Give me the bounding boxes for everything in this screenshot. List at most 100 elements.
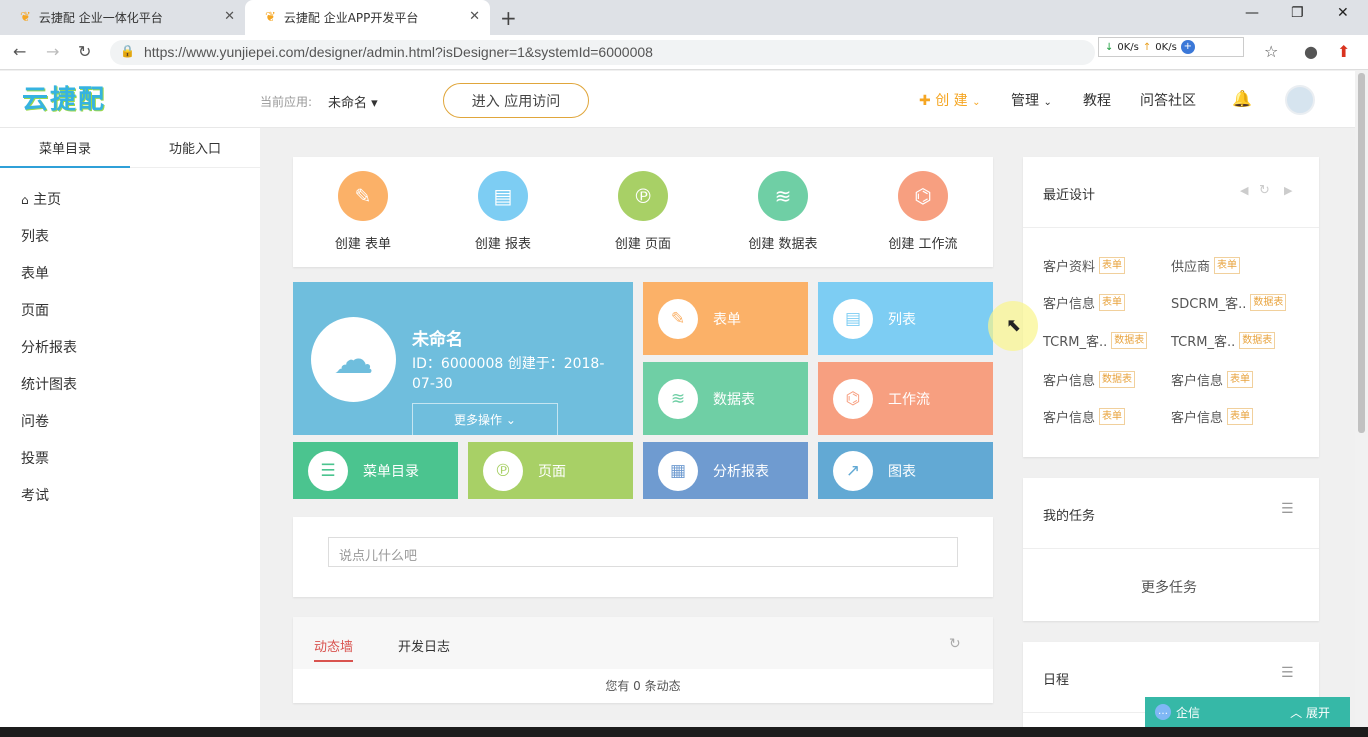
recent-item[interactable]: TCRM_客.. 数据表 (1043, 331, 1148, 350)
sidebar-item-exam[interactable]: 考试 (21, 485, 49, 505)
next-icon[interactable]: ▶ (1284, 184, 1292, 197)
recent-item[interactable]: TCRM_客.. 数据表 (1171, 331, 1276, 350)
profile-icon[interactable]: ● (1304, 42, 1318, 61)
menu-bars-icon: ☰ (308, 450, 348, 491)
tab-title: 云捷配 企业一体化平台 (38, 11, 163, 25)
tab-title: 云捷配 企业APP开发平台 (283, 11, 419, 25)
app-header: 云捷配 当前应用: 未命名 ▾ 进入 应用访问 ✚ 创 建 ⌄ 管理 ⌄ 教程 … (0, 71, 1355, 128)
bell-icon[interactable]: 🔔 (1232, 89, 1252, 108)
back-icon[interactable]: ← (13, 42, 26, 61)
create-form-button[interactable]: 创建 表单 (303, 233, 423, 252)
datatable-tile[interactable]: ≋ 数据表 (643, 362, 808, 435)
site-favicon-icon: ❦ (20, 10, 31, 25)
chevron-down-icon: ⌄ (1043, 97, 1052, 108)
list-tile[interactable]: ▤ 列表 (818, 282, 993, 355)
manage-menu[interactable]: 管理 ⌄ (1011, 90, 1052, 110)
page-tile[interactable]: ℗ 页面 (468, 442, 633, 499)
more-tasks-link[interactable]: 更多任务 (1141, 577, 1197, 597)
forward-icon[interactable]: → (46, 42, 59, 61)
create-page-button[interactable]: 创建 页面 (583, 233, 703, 252)
chart-tile[interactable]: ↗ 图表 (818, 442, 993, 499)
tutorial-link[interactable]: 教程 (1083, 90, 1111, 110)
recent-item[interactable]: 客户信息 表单 (1043, 407, 1126, 426)
create-workflow-button[interactable]: 创建 工作流 (863, 233, 983, 252)
tab-menu-directory[interactable]: 菜单目录 (0, 128, 130, 168)
sidebar-item-chart[interactable]: 统计图表 (21, 374, 77, 394)
recent-item[interactable]: 客户信息 表单 (1043, 293, 1126, 312)
project-name: 未命名 (412, 330, 463, 350)
lock-icon[interactable]: 🔒 (120, 44, 135, 58)
close-tab-icon[interactable]: ✕ (224, 9, 235, 24)
prev-icon[interactable]: ◀ (1240, 184, 1248, 197)
current-app-selector[interactable]: 未命名 ▾ (328, 92, 378, 111)
database-icon[interactable]: ≋ (758, 171, 808, 221)
sidebar-item-home[interactable]: ⌂ 主页 (21, 189, 61, 209)
browser-tab-1[interactable]: ❦ 云捷配 企业一体化平台 ✕ (0, 0, 245, 35)
chat-bar[interactable]: … 企信 ︿ 展开 (1145, 697, 1350, 727)
sidebar-item-form[interactable]: 表单 (21, 263, 49, 283)
chat-label: 企信 (1176, 705, 1201, 720)
database-icon: ≋ (658, 378, 698, 419)
chevron-down-icon: ⌄ (505, 412, 516, 427)
list-menu-icon[interactable]: ☰ (1281, 501, 1294, 517)
create-report-button[interactable]: 创建 报表 (443, 233, 563, 252)
url-field[interactable]: https://www.yunjiepei.com/designer/admin… (110, 40, 1095, 65)
qa-community-link[interactable]: 问答社区 (1140, 90, 1196, 110)
document-icon[interactable]: ▤ (478, 171, 528, 221)
extension-icon[interactable]: ⬆ (1337, 42, 1350, 61)
quick-create-card: ✎ 创建 表单 ▤ 创建 报表 ℗ 创建 页面 ≋ 创建 数据表 ⌬ 创建 工作… (293, 157, 993, 267)
reload-icon[interactable]: ↻ (78, 42, 91, 61)
post-input[interactable]: 说点儿什么吧 (328, 537, 958, 567)
close-tab-icon[interactable]: ✕ (469, 9, 480, 24)
recent-item[interactable]: 客户资料 表单 (1043, 256, 1126, 275)
scroll-thumb[interactable] (1358, 73, 1365, 433)
sidebar-item-list[interactable]: 列表 (21, 226, 49, 246)
recent-item[interactable]: SDCRM_客.. 数据表 (1171, 293, 1287, 312)
avatar[interactable] (1285, 85, 1315, 115)
refresh-icon[interactable]: ↻ (949, 636, 961, 652)
sidebar-item-vote[interactable]: 投票 (21, 448, 49, 468)
sidebar-item-survey[interactable]: 问卷 (21, 411, 49, 431)
create-menu[interactable]: ✚ 创 建 ⌄ (919, 90, 980, 110)
browser-tab-2[interactable]: ❦ 云捷配 企业APP开发平台 ✕ (245, 0, 490, 35)
sidebar: 菜单目录 功能入口 ⌂ 主页 列表 表单 页面 分析报表 统计图表 问卷 投票 … (0, 128, 260, 728)
enter-app-button[interactable]: 进入 应用访问 (443, 83, 589, 118)
tab-activity-wall[interactable]: 动态墙 (314, 636, 354, 662)
expand-chat-button[interactable]: ︿ 展开 (1290, 704, 1330, 721)
sitemap-icon[interactable]: ⌬ (898, 171, 948, 221)
close-window-icon[interactable]: ✕ (1337, 5, 1349, 21)
chevron-up-icon: ︿ (1290, 705, 1303, 720)
bookmark-star-icon[interactable]: ☆ (1264, 42, 1278, 61)
tab-function-entry[interactable]: 功能入口 (130, 128, 260, 168)
recent-item[interactable]: 客户信息 表单 (1171, 407, 1254, 426)
list-menu-icon[interactable]: ☰ (1281, 665, 1294, 681)
refresh-icon[interactable]: ↻ (1259, 183, 1270, 198)
type-badge: 数据表 (1111, 332, 1148, 349)
tab-dev-log[interactable]: 开发日志 (398, 636, 450, 655)
page-icon[interactable]: ℗ (618, 171, 668, 221)
form-tile[interactable]: ✎ 表单 (643, 282, 808, 355)
menu-directory-tile[interactable]: ☰ 菜单目录 (293, 442, 458, 499)
logo[interactable]: 云捷配 (22, 79, 106, 116)
restore-icon[interactable]: ❐ (1291, 5, 1304, 21)
chevron-down-icon: ⌄ (972, 97, 981, 108)
more-operations-button[interactable]: 更多操作 ⌄ (412, 403, 558, 435)
chat-bubble-icon: … (1155, 704, 1171, 720)
edit-icon[interactable]: ✎ (338, 171, 388, 221)
add-extension-icon[interactable]: + (1180, 40, 1195, 54)
report-tile[interactable]: ▦ 分析报表 (643, 442, 808, 499)
type-badge: 数据表 (1099, 371, 1136, 388)
workflow-tile[interactable]: ⌬ 工作流 (818, 362, 993, 435)
minimize-icon[interactable]: — (1245, 5, 1259, 21)
type-badge: 数据表 (1250, 294, 1287, 311)
feed-card: 您有 0 条动态 ↻ (293, 617, 993, 703)
plus-icon: ✚ (919, 93, 931, 109)
recent-item[interactable]: 供应商 表单 (1171, 256, 1241, 275)
page-scrollbar[interactable] (1355, 71, 1368, 727)
recent-item[interactable]: 客户信息 表单 (1171, 370, 1254, 389)
create-datatable-button[interactable]: 创建 数据表 (723, 233, 843, 252)
new-tab-icon[interactable]: + (500, 6, 517, 30)
sidebar-item-report[interactable]: 分析报表 (21, 337, 77, 357)
recent-item[interactable]: 客户信息 数据表 (1043, 370, 1136, 389)
sidebar-item-page[interactable]: 页面 (21, 300, 49, 320)
